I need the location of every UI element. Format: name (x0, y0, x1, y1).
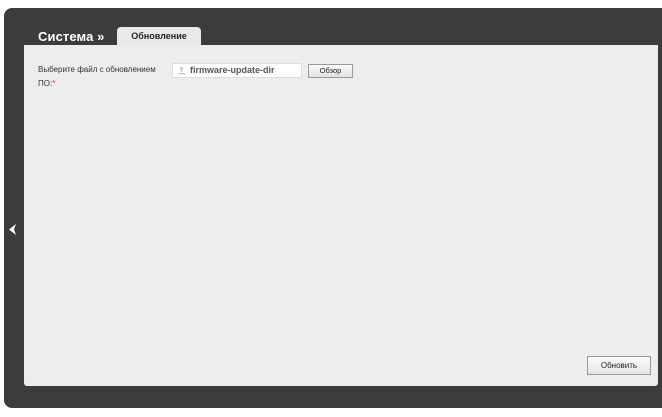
update-button[interactable]: Обновить (587, 356, 651, 375)
firmware-file-label: Выберите файл с обновлением ПО:* (38, 63, 166, 91)
tab-update[interactable]: Обновление (117, 27, 201, 46)
sidebar-collapse-button[interactable] (6, 223, 18, 237)
required-mark: * (52, 79, 56, 88)
browse-button[interactable]: Обзор (308, 64, 353, 78)
content-panel: Выберите файл с обновлением ПО:* firmwar… (24, 45, 658, 386)
selected-file-name: firmware-update-dir (190, 65, 275, 75)
chevron-left-icon (8, 224, 16, 235)
firmware-file-label-text: Выберите файл с обновлением ПО: (38, 65, 156, 88)
upload-icon (178, 66, 185, 75)
breadcrumb-section-title[interactable]: Система » (38, 29, 104, 44)
firmware-file-input[interactable]: firmware-update-dir (172, 63, 302, 78)
